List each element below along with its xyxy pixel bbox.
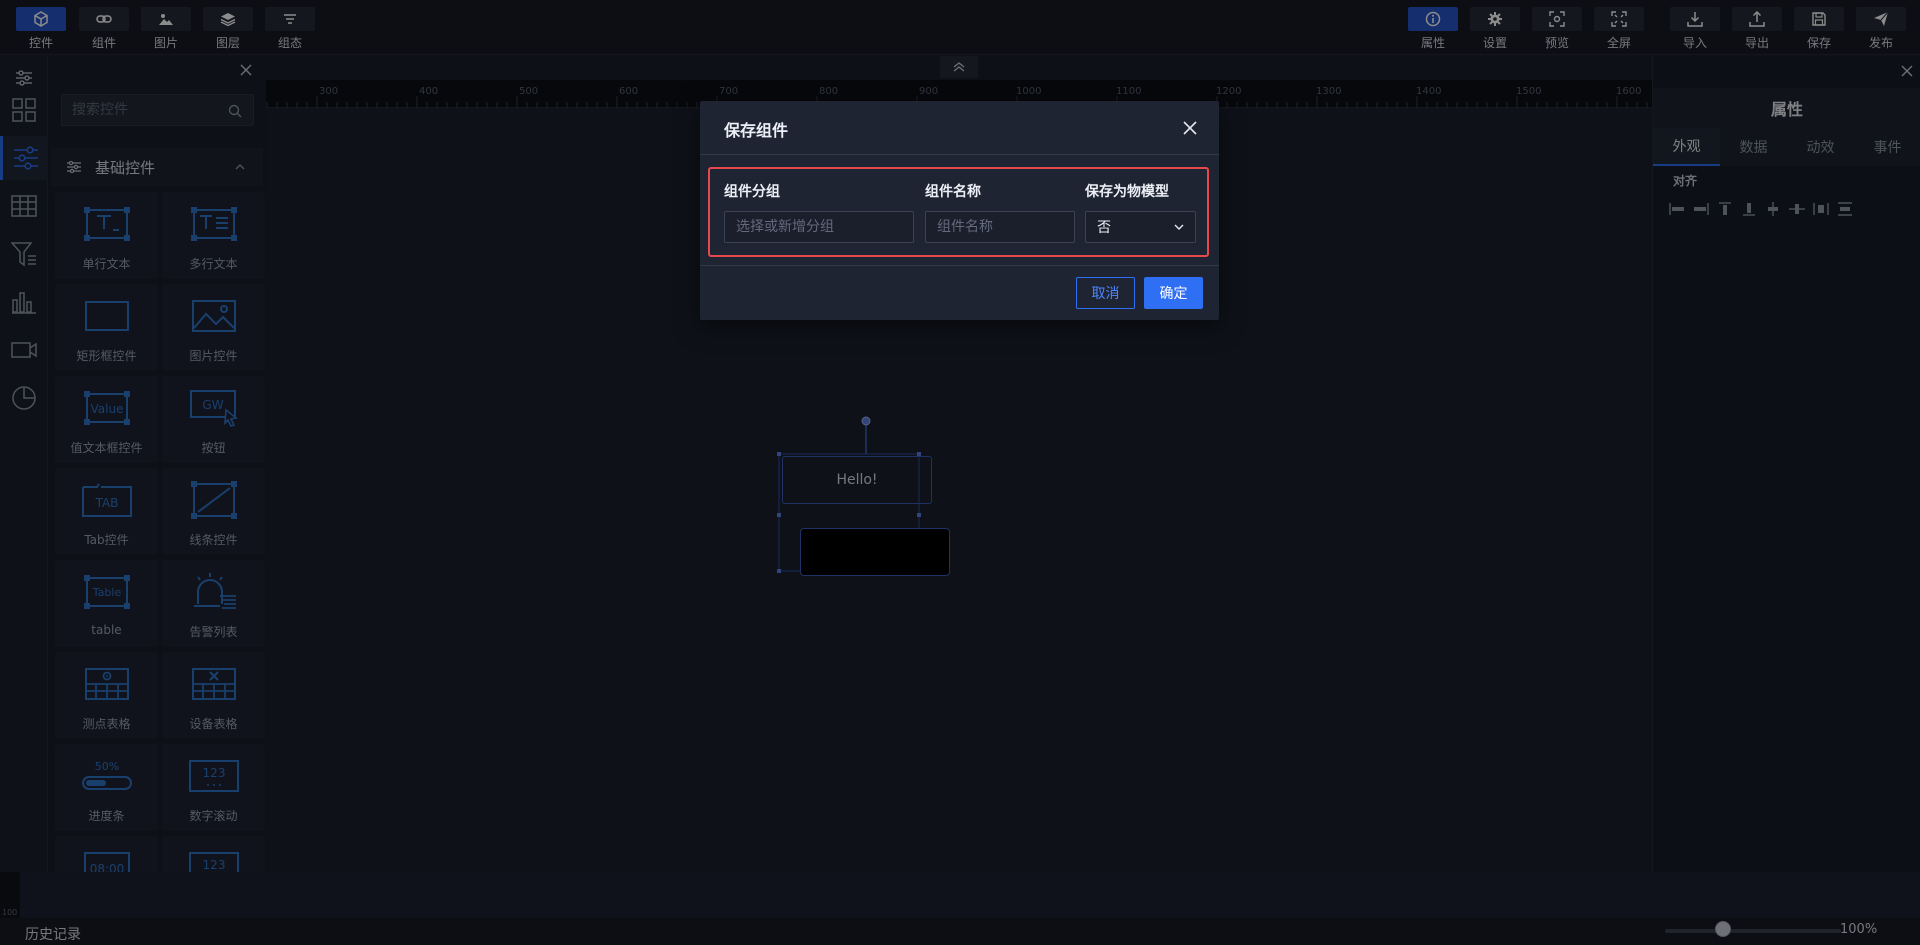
cancel-button[interactable]: 取消 xyxy=(1076,277,1135,309)
dialog-close-button[interactable] xyxy=(1183,121,1197,135)
group-label: 组件分组 xyxy=(724,184,780,200)
model-select-value: 否 xyxy=(1097,220,1111,236)
model-label: 保存为物模型 xyxy=(1085,184,1169,200)
group-select-input[interactable] xyxy=(724,211,914,243)
save-component-dialog: 保存组件 组件分组 组件名称 保存为物模型 否 取消 确定 xyxy=(700,101,1219,320)
close-icon xyxy=(1183,121,1197,135)
model-select[interactable]: 否 xyxy=(1085,211,1196,243)
confirm-button[interactable]: 确定 xyxy=(1144,277,1203,309)
dialog-title: 保存组件 xyxy=(724,121,789,140)
component-name-input[interactable] xyxy=(925,211,1075,243)
dialog-footer-divider xyxy=(700,265,1219,266)
dialog-divider xyxy=(700,154,1219,155)
name-label: 组件名称 xyxy=(925,184,981,200)
chevron-down-icon xyxy=(1174,224,1184,230)
